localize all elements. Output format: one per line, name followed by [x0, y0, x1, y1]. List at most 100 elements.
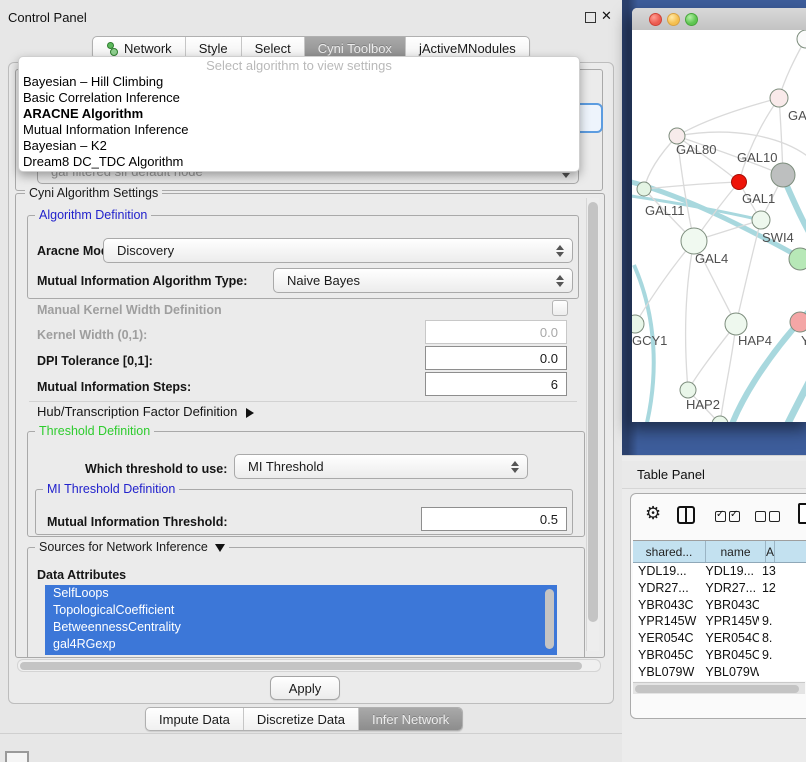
dpi-tolerance-field[interactable]: 0.0 — [425, 346, 567, 370]
cell-shared-name: YBR043C — [633, 597, 697, 614]
settings-hscroll-thumb[interactable] — [20, 662, 582, 670]
gear-icon[interactable]: ⚙ — [645, 504, 661, 522]
network-node[interactable] — [797, 30, 806, 48]
minimized-panel-icon[interactable] — [5, 751, 29, 762]
node-table: shared... name A YDL19... YDL19... 13 — [633, 540, 806, 681]
network-node[interactable] — [637, 182, 651, 196]
table-row[interactable]: YER054C YER054C 8. — [633, 630, 806, 647]
settings-horizontal-scrollbar[interactable] — [17, 659, 601, 672]
export-table-icon[interactable] — [798, 503, 806, 524]
table-column-header[interactable]: name — [706, 541, 766, 562]
data-attributes-label: Data Attributes — [37, 568, 126, 582]
dropdown-placeholder: Select algorithm to view settings — [19, 57, 579, 74]
dropdown-item[interactable]: Dream8 DC_TDC Algorithm — [19, 154, 579, 170]
mi-threshold-label: Mutual Information Threshold: — [47, 515, 228, 529]
columns-icon[interactable] — [677, 506, 695, 524]
apply-button[interactable]: Apply — [270, 676, 340, 700]
expanded-arrow-icon — [215, 544, 225, 552]
table-row[interactable]: YBR043C YBR043C — [633, 597, 806, 614]
combo-arrows-icon — [556, 275, 564, 287]
network-node[interactable] — [632, 315, 644, 333]
network-node[interactable] — [732, 175, 747, 190]
bottom-tab[interactable]: Discretize Data — [244, 708, 359, 730]
dropdown-item[interactable]: Mutual Information Inference — [19, 122, 579, 138]
table-row[interactable]: YBR045C YBR045C 9. — [633, 647, 806, 664]
attribute-item[interactable]: SelfLoops — [45, 585, 557, 602]
aracne-mode-value: Discovery — [117, 243, 174, 258]
network-node[interactable] — [790, 312, 806, 332]
zoom-window-icon[interactable] — [685, 13, 698, 26]
dpi-tolerance-label: DPI Tolerance [0,1]: — [37, 354, 153, 368]
table-row[interactable]: YDL19... YDL19... 13 — [633, 563, 806, 580]
network-node-label: SWI4 — [762, 230, 794, 245]
checked-box-icon — [729, 511, 740, 522]
network-node-label: GAL80 — [676, 142, 716, 157]
dropdown-item[interactable]: Basic Correlation Inference — [19, 90, 579, 106]
which-threshold-select[interactable]: MI Threshold — [234, 454, 528, 479]
attribute-item[interactable]: BetweennessCentrality — [45, 619, 557, 636]
table-panel-region: Table Panel ⚙ shared... name A — [622, 455, 806, 762]
mi-type-select[interactable]: Naive Bayes — [273, 268, 573, 293]
show-columns-icon[interactable] — [715, 508, 743, 523]
table-column-header[interactable]: A — [766, 541, 775, 562]
data-attributes-list[interactable]: SelfLoops TopologicalCoefficient Between… — [45, 585, 557, 655]
cell-value: 12 — [759, 580, 806, 597]
network-node[interactable] — [752, 211, 770, 229]
network-node-label: GAL4 — [695, 251, 728, 266]
network-node-label: GAL1 — [742, 191, 775, 206]
close-panel-icon[interactable] — [601, 9, 612, 23]
network-tab-icon — [106, 42, 118, 55]
kernel-width-field[interactable]: 0.0 — [425, 320, 567, 344]
network-node[interactable] — [680, 382, 696, 398]
cell-name: YDR27... — [697, 580, 759, 597]
float-panel-icon[interactable] — [585, 12, 596, 23]
network-node[interactable] — [771, 163, 795, 187]
mi-type-label: Mutual Information Algorithm Type: — [37, 274, 247, 288]
hub-definition-toggle[interactable]: Hub/Transcription Factor Definition — [37, 404, 254, 419]
attribute-item[interactable]: TopologicalCoefficient — [45, 602, 557, 619]
table-row[interactable]: YBL079W YBL079W — [633, 664, 806, 681]
network-window-titlebar[interactable] — [632, 8, 806, 31]
attribute-list-vscroll-thumb[interactable] — [545, 589, 554, 649]
tab-label: jActiveMNodules — [419, 41, 516, 56]
manual-kernel-checkbox[interactable] — [552, 300, 568, 316]
network-window[interactable]: GALGAL80GAL10GAL1GAL11GAL4SWI4GCY1HAP4YH… — [632, 8, 806, 422]
sources-title[interactable]: Sources for Network Inference — [35, 540, 229, 554]
network-node[interactable] — [789, 248, 806, 270]
tab-label: Cyni Toolbox — [318, 41, 392, 56]
which-threshold-value: MI Threshold — [248, 459, 324, 474]
dropdown-item[interactable]: ARACNE Algorithm — [19, 106, 579, 122]
unchecked-box-icon — [769, 511, 780, 522]
cell-value: 8. — [759, 630, 806, 647]
manual-kernel-label: Manual Kernel Width Definition — [37, 303, 222, 317]
attribute-item[interactable]: gal4RGexp — [45, 636, 557, 653]
network-view[interactable]: GALGAL80GAL10GAL1GAL11GAL4SWI4GCY1HAP4YH… — [632, 30, 806, 422]
kernel-width-value: 0.0 — [540, 325, 558, 340]
aracne-mode-select[interactable]: Discovery — [103, 238, 573, 263]
dropdown-item[interactable]: Bayesian – Hill Climbing — [19, 74, 579, 90]
panel-title: Control Panel — [8, 10, 87, 25]
network-node[interactable] — [712, 416, 728, 422]
table-row[interactable]: YDR27... YDR27... 12 — [633, 580, 806, 597]
hide-columns-icon[interactable] — [755, 508, 783, 523]
mi-threshold-field[interactable]: 0.5 — [421, 507, 567, 531]
cell-name: YPR145W — [697, 613, 759, 630]
minimize-window-icon[interactable] — [667, 13, 680, 26]
table-horizontal-scrollbar[interactable] — [633, 682, 805, 694]
network-node[interactable] — [725, 313, 747, 335]
bottom-tab[interactable]: Infer Network — [359, 708, 462, 730]
bottom-tabs: Impute Data Discretize Data Infer Networ… — [145, 707, 463, 731]
mi-steps-field[interactable]: 6 — [425, 372, 567, 396]
table-row[interactable]: YPR145W YPR145W 9. — [633, 613, 806, 630]
network-node[interactable] — [770, 89, 788, 107]
apply-button-label: Apply — [289, 681, 322, 696]
cyni-algorithm-settings-title: Cyni Algorithm Settings — [25, 186, 162, 200]
combo-arrows-icon — [511, 461, 519, 473]
dropdown-item[interactable]: Bayesian – K2 — [19, 138, 579, 154]
table-hscroll-thumb[interactable] — [635, 685, 799, 693]
settings-vscroll-thumb[interactable] — [588, 202, 598, 622]
close-window-icon[interactable] — [649, 13, 662, 26]
bottom-tab[interactable]: Impute Data — [146, 708, 244, 730]
table-column-header[interactable]: shared... — [633, 541, 706, 562]
settings-vertical-scrollbar[interactable] — [586, 198, 599, 651]
